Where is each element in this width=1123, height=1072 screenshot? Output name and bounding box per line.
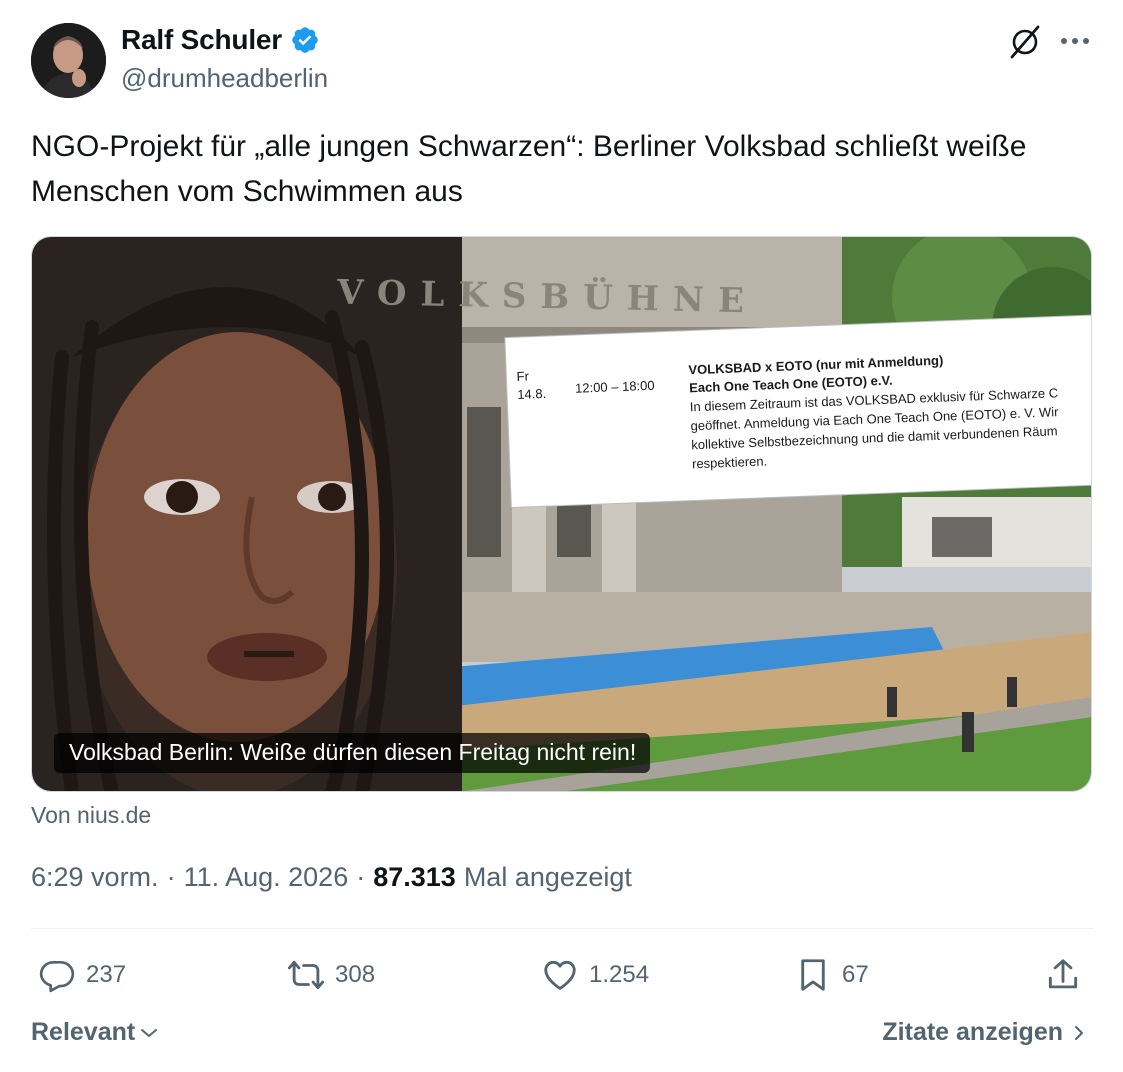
view-count-label: Mal angezeigt — [463, 862, 632, 892]
notice-day: Fr — [516, 368, 530, 384]
tweet-media[interactable]: VOLKSBÜHNE Fr 14.8. 12:00 – 18:00 VOLKSB… — [31, 236, 1092, 792]
author-handle[interactable]: @drumheadberlin — [121, 63, 328, 94]
reply-button[interactable]: 237 — [38, 953, 126, 997]
media-photo — [32, 237, 1091, 791]
more-dots-icon[interactable] — [1056, 24, 1094, 58]
chevron-right-icon — [1075, 1025, 1083, 1040]
meta-separator: · — [356, 862, 366, 892]
tweet-time[interactable]: 6:29 vorm. — [31, 862, 159, 893]
bookmark-icon — [801, 959, 825, 991]
notice-date: 14.8. — [516, 385, 547, 402]
sort-label: Relevant — [31, 1018, 136, 1046]
heart-icon — [544, 960, 576, 990]
meta-separator: · — [166, 862, 176, 892]
bookmark-count: 67 — [842, 961, 869, 988]
notice-time: 12:00 – 18:00 — [574, 377, 655, 396]
avatar-photo — [31, 23, 106, 98]
like-count: 1.254 — [589, 961, 650, 988]
chevron-down-icon — [141, 1028, 158, 1037]
event-notice: Fr 14.8. 12:00 – 18:00 VOLKSBAD x EOTO (… — [516, 338, 1091, 501]
view-count: 87.313 — [373, 862, 456, 892]
tweet-meta: 6:29 vorm. · 11. Aug. 2026 · 87.313 Mal … — [31, 862, 632, 893]
notice-title: VOLKSBAD x EOTO (nur mit Anmeldung) — [688, 352, 944, 378]
tweet-date[interactable]: 11. Aug. 2026 — [184, 862, 349, 893]
divider — [31, 928, 1094, 929]
retweet-count: 308 — [335, 961, 376, 988]
retweet-button[interactable]: 308 — [287, 953, 375, 997]
share-button[interactable] — [1044, 953, 1082, 997]
sort-dropdown[interactable]: Relevant — [31, 1018, 161, 1047]
media-caption: Volksbad Berlin: Weiße dürfen diesen Fre… — [54, 733, 651, 773]
bookmark-button[interactable]: 67 — [794, 953, 869, 997]
reply-count: 237 — [86, 961, 127, 988]
view-quotes-link[interactable]: Zitate anzeigen — [882, 1018, 1089, 1047]
tweet-text: NGO-Projekt für „alle jungen Schwarzen“:… — [31, 130, 1027, 208]
quotes-label: Zitate anzeigen — [882, 1018, 1063, 1046]
grok-icon[interactable] — [1006, 23, 1044, 61]
notice-line-4: respektieren. — [691, 453, 768, 472]
author-avatar[interactable] — [31, 23, 106, 98]
retweet-icon — [287, 960, 325, 990]
author-name-row: Ralf Schuler — [121, 24, 320, 56]
reply-icon — [39, 960, 75, 993]
verified-badge-icon[interactable] — [290, 25, 320, 55]
like-button[interactable]: 1.254 — [541, 953, 649, 997]
link-source[interactable]: Von nius.de — [31, 802, 151, 829]
share-icon — [1048, 959, 1078, 989]
author-display-name[interactable]: Ralf Schuler — [121, 24, 282, 56]
